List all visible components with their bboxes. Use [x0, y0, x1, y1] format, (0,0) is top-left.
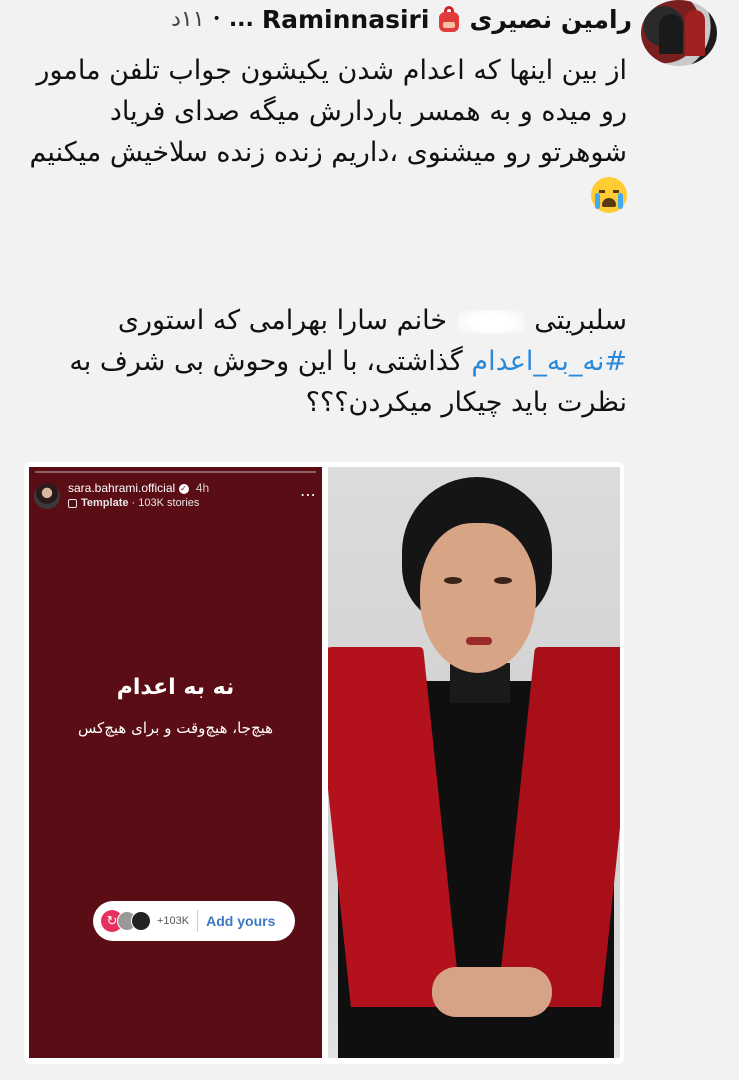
story-username: sara.bahrami.official	[68, 481, 176, 495]
pill-divider	[197, 910, 199, 932]
template-label: Template	[81, 497, 129, 509]
story-progress-bar	[35, 471, 316, 473]
participants-count: +103K	[157, 915, 190, 927]
participant-avatar	[131, 911, 151, 931]
backpack-icon	[437, 6, 461, 32]
hashtag-link[interactable]: #نه_به_اعدام	[471, 346, 627, 377]
avatar-figure	[659, 14, 683, 54]
author-display-name[interactable]: رامین نصیری	[469, 5, 632, 34]
story-template-line: Template · 103K stories	[68, 497, 199, 509]
photo-mouth	[466, 637, 492, 645]
template-count: 103K stories	[138, 497, 200, 509]
actress-photo[interactable]	[328, 467, 620, 1058]
post-time[interactable]: ۱۱د	[171, 7, 204, 32]
redacted-blur	[457, 309, 524, 334]
story-user-line: sara.bahrami.official ✓ 4h	[68, 481, 209, 495]
photo-hands	[432, 967, 552, 1017]
photo-eye	[494, 577, 512, 584]
paragraph-2-mid: خانم سارا بهرامی که استوری	[117, 305, 448, 336]
avatar-figure-red	[685, 10, 705, 56]
post-text-paragraph-2: سلبریتی خانم سارا بهرامی که استوری #نه_ب…	[27, 300, 627, 423]
story-age: 4h	[195, 481, 210, 495]
story-avatar	[34, 483, 60, 509]
template-icon	[68, 498, 77, 508]
author-avatar[interactable]	[641, 0, 717, 66]
add-yours-sticker: ↻ +103K Add yours	[93, 901, 295, 941]
post-text-paragraph-1: از بین اینها که اعدام شدن یکیشون جواب تل…	[27, 50, 627, 214]
add-yours-label: Add yours	[206, 913, 276, 929]
verified-badge-icon: ✓	[178, 483, 189, 494]
story-title: نه به اعدام	[116, 675, 235, 700]
photo-face	[420, 523, 536, 673]
author-handle[interactable]: Raminnasiri	[262, 5, 430, 34]
story-subtitle: هیچ‌جا، هیچ‌وقت و برای هیچ‌کس	[77, 719, 274, 737]
post-header: رامین نصیری Raminnasiri ... • ۱۱د	[10, 0, 632, 38]
photo-eye	[444, 577, 462, 584]
story-screenshot[interactable]: sara.bahrami.official ✓ 4h Template · 10…	[29, 467, 322, 1058]
paragraph-1-text: از بین اینها که اعدام شدن یکیشون جواب تل…	[29, 55, 627, 168]
story-more-icon: ⋯	[300, 485, 316, 504]
handle-ellipsis: ...	[228, 6, 254, 32]
separator-dot: •	[212, 11, 221, 27]
loudly-crying-face-icon	[591, 176, 627, 213]
paragraph-2-start: سلبریتی	[534, 305, 627, 336]
